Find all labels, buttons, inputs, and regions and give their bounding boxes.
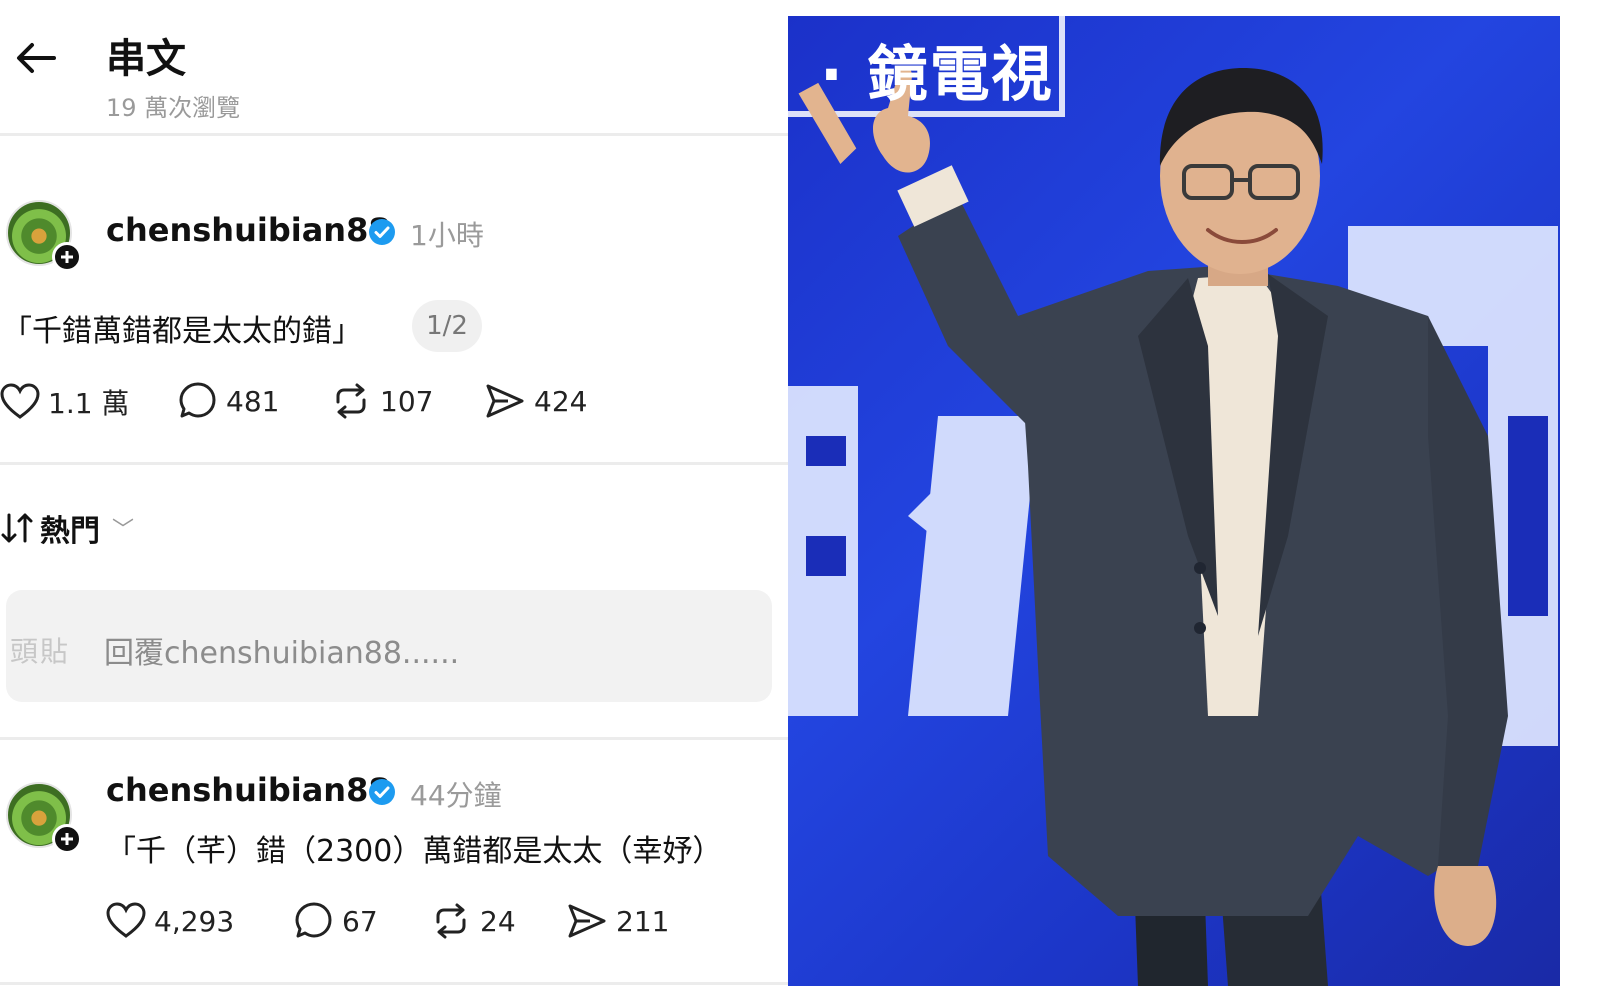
tv-brand-text: · 鏡電視 — [820, 40, 1054, 110]
reply-time: 44分鐘 — [410, 779, 502, 812]
news-photo: · 鏡電視 — [788, 16, 1560, 986]
repost-icon — [436, 903, 466, 939]
repost-count: 107 — [380, 384, 434, 418]
back-arrow-icon[interactable] — [12, 38, 60, 78]
share-button[interactable]: 211 — [566, 902, 669, 940]
follow-plus-icon[interactable] — [52, 824, 82, 854]
divider — [0, 133, 790, 136]
repost-icon — [336, 383, 366, 419]
share-count: 211 — [616, 904, 670, 938]
send-icon — [568, 904, 606, 938]
reply-text: 「千（芊）錯（2300）萬錯都是太太（幸妤） — [106, 834, 723, 869]
avatar[interactable] — [6, 782, 82, 854]
like-button[interactable]: 4,293 — [106, 902, 234, 940]
post-text: 「千錯萬錯都是太太的錯」 — [2, 314, 362, 349]
photo-illustration — [788, 16, 1558, 986]
sort-dropdown[interactable]: 熱門 ﹀ — [0, 506, 134, 550]
sort-arrows-icon — [1, 513, 33, 543]
reply-avatar-placeholder: 頭貼 — [10, 635, 71, 668]
verified-badge-icon — [368, 778, 396, 806]
divider — [0, 462, 790, 465]
repost-button[interactable]: 107 — [330, 382, 433, 420]
view-count: 19 萬次瀏覽 — [106, 94, 241, 122]
page-title: 串文 — [106, 36, 186, 82]
sort-label: 熱門 — [40, 514, 100, 549]
follow-plus-icon[interactable] — [52, 242, 82, 272]
like-count: 4,293 — [154, 904, 235, 938]
reply-username[interactable]: chenshuibian88 — [106, 771, 391, 809]
like-count: 1.1 萬 — [48, 387, 130, 420]
post-username[interactable]: chenshuibian88 — [106, 211, 391, 249]
page-indicator[interactable]: 1/2 — [412, 300, 482, 352]
avatar[interactable] — [6, 200, 82, 272]
comment-bubble-icon — [295, 902, 332, 938]
reply-placeholder: 回覆chenshuibian88...... — [104, 636, 460, 671]
send-icon — [486, 384, 524, 418]
share-button[interactable]: 424 — [484, 382, 587, 420]
comment-button[interactable]: 481 — [178, 382, 279, 420]
comment-count: 67 — [342, 904, 378, 938]
heart-icon — [0, 383, 40, 419]
comment-button[interactable]: 67 — [294, 902, 378, 940]
repost-button[interactable]: 24 — [430, 902, 516, 940]
share-count: 424 — [534, 384, 588, 418]
repost-count: 24 — [480, 904, 516, 938]
divider — [0, 737, 790, 740]
heart-icon — [106, 902, 146, 938]
threads-panel: 串文 19 萬次瀏覽 chenshuibian88 1小時 「千錯萬錯都是太太的… — [0, 0, 790, 1008]
post-time: 1小時 — [410, 219, 484, 252]
comment-bubble-icon — [179, 382, 216, 418]
divider — [0, 982, 790, 985]
like-button[interactable]: 1.1 萬 — [0, 382, 129, 422]
comment-count: 481 — [226, 384, 280, 418]
verified-badge-icon — [368, 218, 396, 246]
chevron-down-icon: ﹀ — [112, 518, 135, 543]
